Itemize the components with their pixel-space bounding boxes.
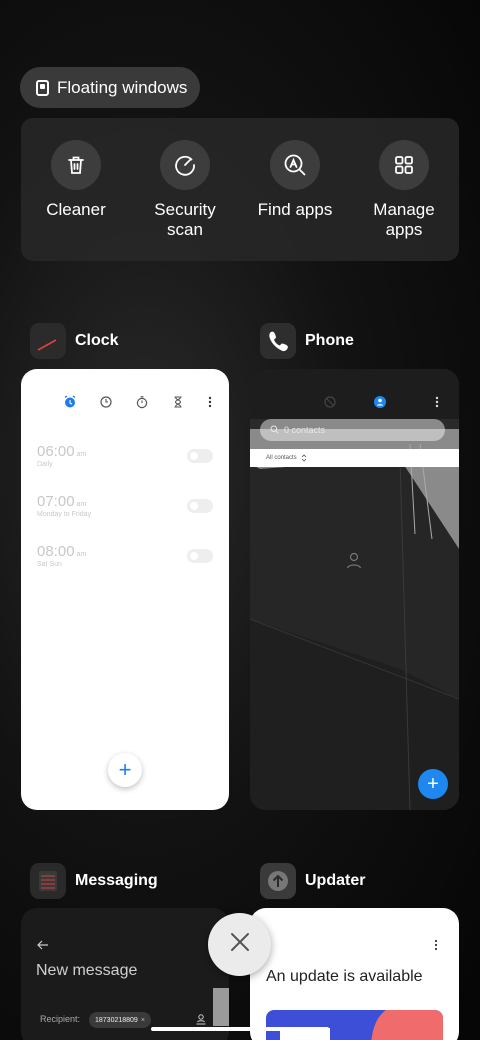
plus-icon: + <box>427 772 439 795</box>
security-scan-label: Security scan <box>154 200 216 239</box>
sort-arrows-icon <box>301 449 307 467</box>
add-alarm-button[interactable]: + <box>108 753 142 787</box>
updater-app-name: Updater <box>305 872 366 889</box>
clock-app-header[interactable]: Clock <box>30 323 119 359</box>
manage-apps-button[interactable]: Manage apps <box>349 140 459 240</box>
alarm-item[interactable]: 07:00 am Monday to Friday <box>37 493 91 518</box>
contacts-search-placeholder: 0 contacts <box>284 425 326 435</box>
alarm-repeat: Monday to Friday <box>37 511 92 518</box>
find-apps-label: Find apps <box>257 200 333 219</box>
find-apps-button[interactable]: Find apps <box>240 140 350 220</box>
floating-window-icon <box>36 79 49 96</box>
stopwatch-tab-icon[interactable] <box>135 395 149 414</box>
contacts-search-field[interactable]: 0 contacts <box>260 419 445 441</box>
messaging-recent-card[interactable]: New message Recipient: 18730218809 × <box>21 908 229 1040</box>
cleaner-button[interactable]: Cleaner <box>21 140 131 220</box>
home-indicator[interactable] <box>151 1027 329 1031</box>
alarm-toggle[interactable] <box>187 499 213 513</box>
alarm-ampm: am <box>76 551 87 558</box>
grid-icon <box>379 140 429 190</box>
recents-tab-icon[interactable] <box>323 395 337 414</box>
add-contact-button[interactable]: + <box>418 769 448 799</box>
clock-app-icon <box>30 323 66 359</box>
phone-app-icon <box>260 323 296 359</box>
contacts-filter-bar[interactable]: All contacts <box>250 449 459 467</box>
alarm-repeat: Daily <box>37 461 53 468</box>
alarm-item[interactable]: 06:00 am Daily <box>37 443 86 468</box>
alarm-repeat: Sat Sun <box>37 561 62 568</box>
clock-recent-card[interactable]: 06:00 am Daily 07:00 am Monday to Friday 0… <box>21 369 229 810</box>
phone-app-header[interactable]: Phone <box>260 323 354 359</box>
security-scan-button[interactable]: Security scan <box>130 140 240 240</box>
message-preview-block <box>213 988 229 1026</box>
security-scan-icon <box>160 140 210 190</box>
alarm-toggle[interactable] <box>187 449 213 463</box>
empty-contacts-person-icon <box>345 551 363 574</box>
remove-recipient-icon[interactable]: × <box>141 1017 145 1024</box>
messaging-app-icon <box>30 863 66 899</box>
recipient-number: 18730218809 <box>95 1016 138 1024</box>
cleaner-label: Cleaner <box>46 200 106 219</box>
trash-icon <box>51 140 101 190</box>
quick-tools-panel: Cleaner Security scan Find apps Manage a… <box>21 118 459 261</box>
close-icon <box>229 931 251 958</box>
new-message-title: New message <box>36 962 138 979</box>
phone-recent-card[interactable]: 0 contacts All contacts + <box>250 369 459 810</box>
update-banner-graphic <box>266 1010 443 1040</box>
alarm-tab-icon[interactable] <box>63 395 77 414</box>
alarm-toggle[interactable] <box>187 549 213 563</box>
alarm-item[interactable]: 08:00 am Sat Sun <box>37 543 86 568</box>
world-clock-tab-icon[interactable] <box>99 395 113 414</box>
contacts-filter-label: All contacts <box>266 455 297 461</box>
updater-recent-card[interactable]: An update is available <box>250 908 459 1040</box>
clear-all-button[interactable] <box>208 913 271 976</box>
more-options-icon[interactable] <box>434 395 440 414</box>
recipient-chip[interactable]: 18730218809 × <box>89 1012 151 1028</box>
updater-app-header[interactable]: Updater <box>260 863 365 899</box>
floating-windows-button[interactable]: Floating windows <box>20 67 200 108</box>
plus-icon: + <box>118 757 132 782</box>
floating-windows-label: Floating windows <box>57 77 188 97</box>
updater-app-icon <box>260 863 296 899</box>
more-options-icon[interactable] <box>433 938 439 956</box>
timer-tab-icon[interactable] <box>171 395 185 414</box>
clock-app-name: Clock <box>75 332 119 349</box>
update-available-text: An update is available <box>266 968 423 985</box>
alarm-ampm: am <box>76 451 87 458</box>
messaging-app-name: Messaging <box>75 872 158 889</box>
find-apps-icon <box>270 140 320 190</box>
phone-app-name: Phone <box>305 332 354 349</box>
alarm-time: 08:00 <box>37 543 75 560</box>
more-options-icon[interactable] <box>207 395 213 414</box>
contacts-tab-icon[interactable] <box>373 395 387 414</box>
alarm-time: 07:00 <box>37 493 75 510</box>
messaging-app-header[interactable]: Messaging <box>30 863 158 899</box>
search-icon <box>270 421 279 439</box>
manage-apps-label: Manage apps <box>373 200 435 239</box>
alarm-ampm: am <box>76 501 87 508</box>
alarm-time: 06:00 <box>37 443 75 460</box>
clock-toolbar <box>63 395 213 414</box>
recipient-label: Recipient: <box>40 1014 81 1024</box>
back-arrow-icon[interactable] <box>37 937 49 955</box>
